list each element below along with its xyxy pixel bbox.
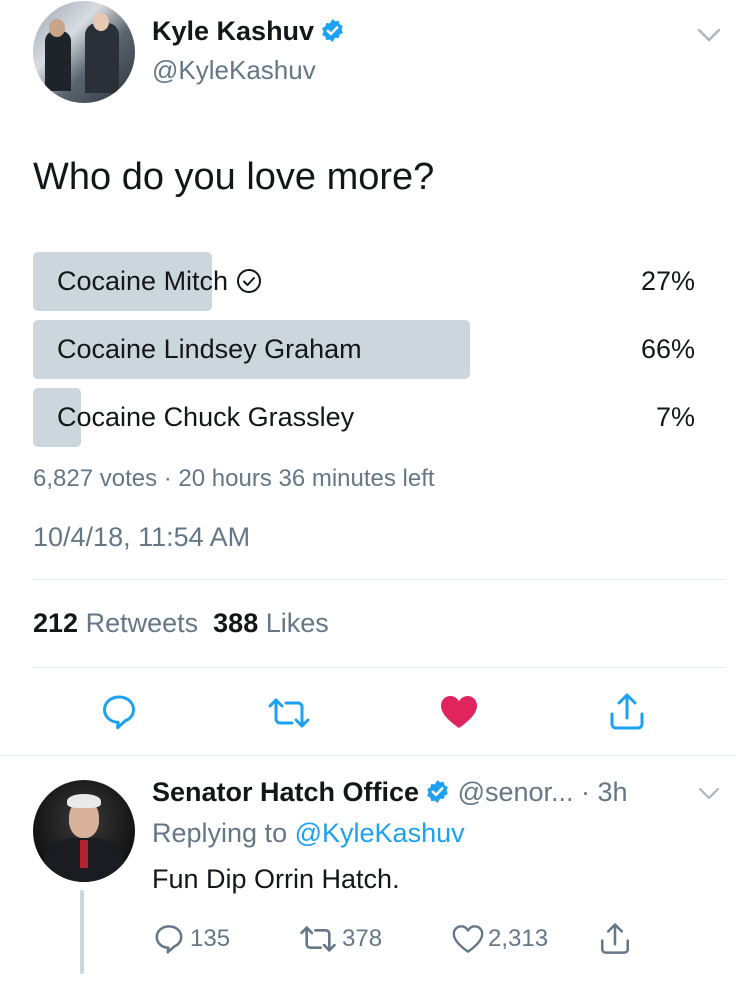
retweet-icon bbox=[300, 926, 336, 952]
author-name-text[interactable]: Kyle Kashuv bbox=[152, 16, 314, 46]
author-handle[interactable]: @KyleKashuv bbox=[152, 55, 316, 86]
reply-text: Fun Dip Orrin Hatch. bbox=[152, 864, 400, 894]
likes-link[interactable]: 388 Likes bbox=[213, 608, 329, 638]
reply-handle-time[interactable]: @senor... · 3h bbox=[458, 777, 628, 807]
replying-to: Replying to @KyleKashuv bbox=[152, 818, 465, 848]
poll-option-label: Cocaine Chuck Grassley bbox=[57, 402, 355, 432]
retweet-icon[interactable] bbox=[266, 696, 312, 730]
divider bbox=[33, 579, 724, 580]
reply-share-button[interactable] bbox=[598, 922, 636, 956]
divider bbox=[0, 755, 736, 756]
verified-badge-icon bbox=[427, 780, 448, 803]
reply-icon bbox=[155, 925, 183, 954]
share-icon bbox=[600, 923, 630, 954]
engagement-stats: 212 Retweets 388 Likes bbox=[33, 608, 329, 639]
heart-icon[interactable] bbox=[439, 693, 479, 731]
thread-line bbox=[80, 890, 84, 974]
check-circle-icon bbox=[237, 269, 262, 293]
reply-count: 135 bbox=[190, 925, 231, 952]
poll-option-label: Cocaine Mitch bbox=[57, 266, 262, 297]
retweet-count: 378 bbox=[342, 925, 383, 952]
reply-header: Senator Hatch Office @senor... · 3h bbox=[152, 777, 628, 808]
like-count: 2,313 bbox=[488, 925, 549, 952]
reply-like-button[interactable]: 2,313 bbox=[452, 922, 548, 956]
replying-to-link[interactable]: @KyleKashuv bbox=[295, 818, 465, 848]
share-icon[interactable] bbox=[607, 692, 647, 732]
poll-option-percent: 27% bbox=[640, 266, 695, 296]
reply-reply-button[interactable]: 135 bbox=[152, 922, 230, 956]
reply-retweet-button[interactable]: 378 bbox=[298, 922, 382, 956]
reply-author-avatar[interactable] bbox=[33, 780, 135, 882]
verified-badge-icon bbox=[322, 19, 343, 42]
author-avatar[interactable] bbox=[33, 1, 135, 103]
poll-option-label: Cocaine Lindsey Graham bbox=[57, 334, 362, 364]
poll-option-3: Cocaine Chuck Grassley 7% bbox=[33, 388, 695, 447]
reply-author-name[interactable]: Senator Hatch Office bbox=[152, 777, 419, 807]
retweets-link[interactable]: 212 Retweets bbox=[33, 608, 198, 638]
poll-option-2: Cocaine Lindsey Graham 66% bbox=[33, 320, 695, 379]
poll-option-1: Cocaine Mitch 27% bbox=[33, 252, 695, 311]
heart-icon bbox=[452, 925, 484, 953]
author-name[interactable]: Kyle Kashuv bbox=[152, 16, 345, 47]
divider bbox=[33, 667, 724, 668]
tweet-text: Who do you love more? bbox=[33, 156, 435, 198]
reply-icon[interactable] bbox=[100, 693, 138, 731]
tweet-timestamp[interactable]: 10/4/18, 11:54 AM bbox=[33, 522, 250, 553]
poll-summary: 6,827 votes · 20 hours 36 minutes left bbox=[33, 465, 435, 492]
chevron-down-icon[interactable] bbox=[696, 26, 722, 44]
chevron-down-icon[interactable] bbox=[697, 786, 721, 802]
poll-option-percent: 66% bbox=[640, 334, 695, 364]
poll-option-percent: 7% bbox=[655, 402, 695, 432]
